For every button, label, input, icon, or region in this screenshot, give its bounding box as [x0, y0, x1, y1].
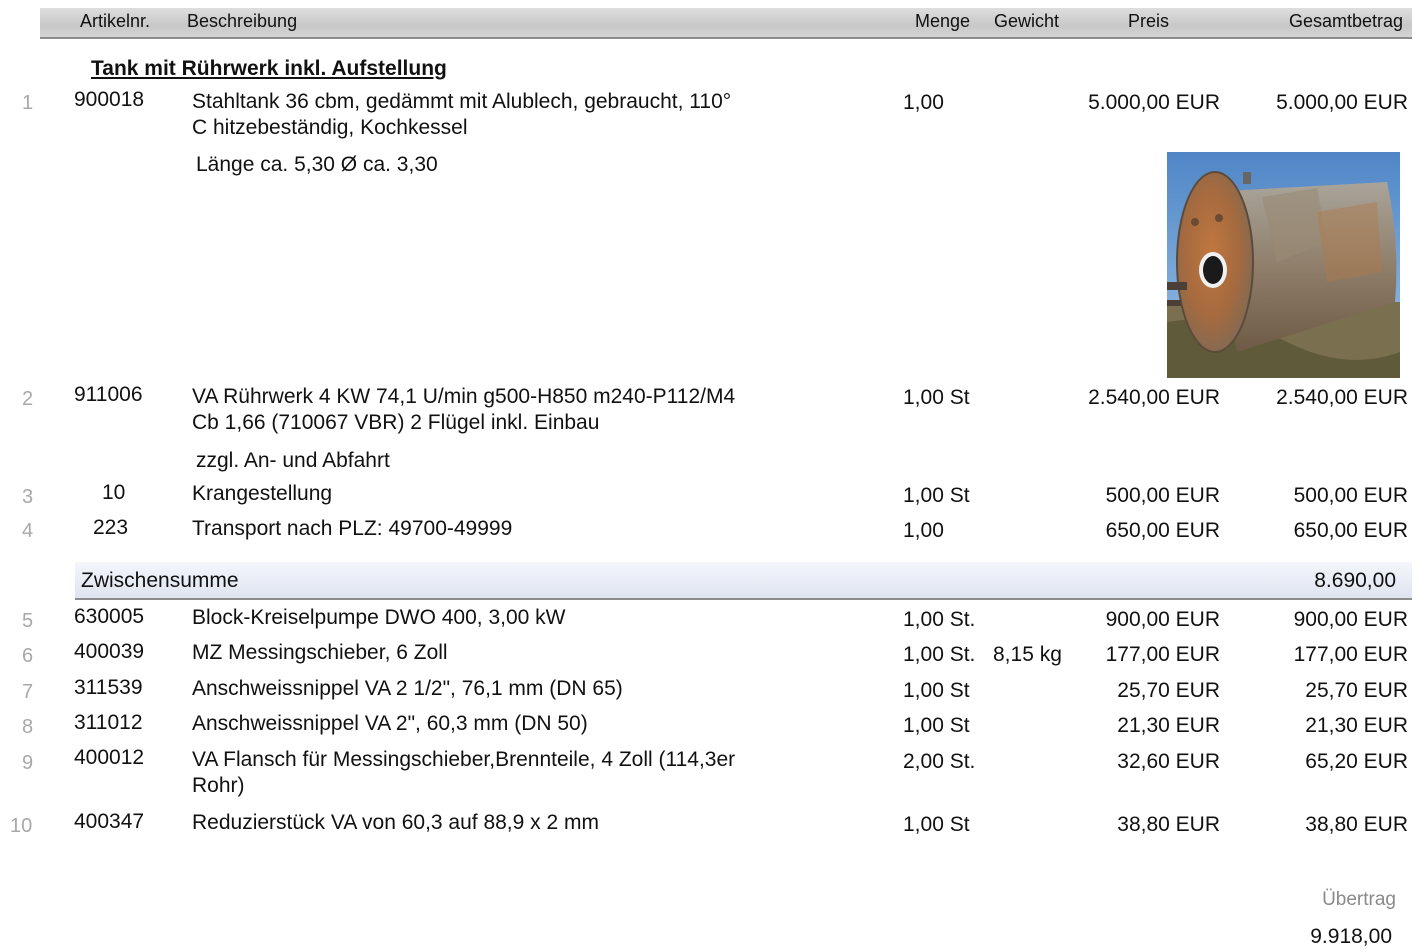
quantity: 1,00 St	[903, 679, 970, 702]
quantity: 2,00 St.	[903, 750, 976, 773]
article-number: 400039	[74, 640, 145, 663]
unit-price: 32,60 EUR	[1117, 750, 1220, 773]
description-line-1: Reduzierstück VA von 60,3 auf 88,9 x 2 m…	[192, 811, 599, 834]
quantity: 1,00	[903, 91, 944, 114]
description-line-1: Anschweissnippel VA 2 1/2", 76,1 mm (DN …	[192, 677, 623, 700]
line-total: 2.540,00 EUR	[1276, 386, 1408, 409]
item-note: zzgl. An- und Abfahrt	[196, 449, 390, 472]
article-number: 223	[93, 516, 129, 539]
line-number: 9	[22, 752, 34, 774]
unit-price: 650,00 EUR	[1105, 519, 1220, 542]
description-line-1: Transport nach PLZ: 49700-49999	[192, 517, 513, 540]
section-title: Tank mit Rührwerk inkl. Aufstellung	[91, 57, 447, 80]
header-gesamtbetrag: Gesamtbetrag	[1288, 11, 1403, 31]
line-total: 65,20 EUR	[1305, 750, 1408, 773]
unit-price: 25,70 EUR	[1117, 679, 1220, 702]
subtotal-label: Zwischensumme	[81, 569, 239, 592]
quantity: 1,00 St	[903, 714, 970, 737]
description-line-1: VA Rührwerk 4 KW 74,1 U/min g500-H850 m2…	[192, 385, 736, 408]
line-number: 1	[22, 92, 34, 114]
article-number: 311012	[74, 711, 143, 734]
item-note: Länge ca. 5,30 Ø ca. 3,30	[196, 153, 438, 176]
unit-price: 5.000,00 EUR	[1088, 91, 1220, 114]
unit-price: 38,80 EUR	[1117, 813, 1220, 836]
description-line-2: Cb 1,66 (710067 VBR) 2 Flügel inkl. Einb…	[192, 411, 600, 434]
quantity: 1,00	[903, 519, 944, 542]
article-number: 900018	[74, 88, 145, 111]
description-line-1: VA Flansch für Messingschieber,Brennteil…	[192, 748, 736, 771]
quantity: 1,00 St.	[903, 643, 976, 666]
description-line-1: Block-Kreiselpumpe DWO 400, 3,00 kW	[192, 606, 566, 629]
unit-price: 21,30 EUR	[1117, 714, 1220, 737]
header-artikelnr: Artikelnr.	[80, 11, 151, 31]
unit-price: 500,00 EUR	[1105, 484, 1220, 507]
line-number: 8	[22, 716, 34, 738]
line-number: 10	[10, 815, 33, 837]
quantity: 1,00 St	[903, 386, 970, 409]
line-total: 900,00 EUR	[1293, 608, 1408, 631]
tank-photo	[1167, 152, 1400, 378]
description-line-1: Stahltank 36 cbm, gedämmt mit Alublech, …	[192, 90, 732, 113]
article-number: 911006	[74, 383, 143, 406]
description-line-2: C hitzebeständig, Kochkessel	[192, 116, 468, 139]
article-number: 10	[102, 481, 126, 504]
header-beschreibung: Beschreibung	[187, 11, 298, 31]
description-line-1: Krangestellung	[192, 482, 333, 505]
line-number: 5	[22, 610, 34, 632]
line-total: 500,00 EUR	[1293, 484, 1408, 507]
header-gewicht: Gewicht	[994, 11, 1060, 31]
line-total: 5.000,00 EUR	[1276, 91, 1408, 114]
article-number: 630005	[74, 605, 145, 628]
header-preis: Preis	[1128, 11, 1170, 31]
article-number: 400012	[74, 746, 145, 769]
line-number: 3	[22, 486, 34, 508]
unit-price: 2.540,00 EUR	[1088, 386, 1220, 409]
description-line-1: Anschweissnippel VA 2", 60,3 mm (DN 50)	[192, 712, 588, 735]
unit-price: 900,00 EUR	[1105, 608, 1220, 631]
quantity: 1,00 St	[903, 484, 970, 507]
quantity: 1,00 St	[903, 813, 970, 836]
description-line-2: Rohr)	[192, 774, 245, 797]
line-total: 21,30 EUR	[1305, 714, 1408, 737]
line-number: 6	[22, 645, 34, 667]
line-total: 177,00 EUR	[1293, 643, 1408, 666]
line-total: 25,70 EUR	[1305, 679, 1408, 702]
unit-price: 177,00 EUR	[1105, 643, 1220, 666]
article-number: 311539	[74, 676, 143, 699]
article-number: 400347	[74, 810, 145, 833]
line-total: 650,00 EUR	[1293, 519, 1408, 542]
line-number: 7	[22, 681, 34, 703]
description-line-1: MZ Messingschieber, 6 Zoll	[192, 641, 448, 664]
quantity: 1,00 St.	[903, 608, 976, 631]
line-total: 38,80 EUR	[1305, 813, 1408, 836]
line-number: 2	[22, 388, 34, 410]
header-menge: Menge	[915, 11, 971, 31]
subtotal-value: 8.690,00	[1314, 569, 1396, 592]
carry-over-value: 9.918,00	[1310, 925, 1392, 948]
line-number: 4	[22, 520, 34, 542]
carry-over-label: Übertrag	[1322, 889, 1396, 910]
